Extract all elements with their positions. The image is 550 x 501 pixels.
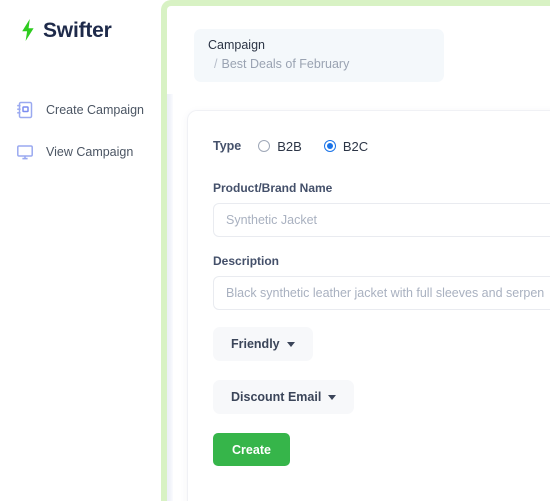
description-input[interactable] (213, 276, 550, 310)
breadcrumb[interactable]: Campaign / Best Deals of February (194, 29, 444, 82)
content-panel: Campaign / Best Deals of February Type B2… (161, 0, 550, 501)
tone-dropdown[interactable]: Friendly (213, 327, 313, 361)
campaign-form: Type B2B B2C Product/Brand Name Syntheti… (188, 111, 550, 466)
tone-dropdown-wrap: Friendly (213, 327, 550, 380)
sidebar: Swifter Create Campaign View Campaign (0, 0, 160, 501)
product-name-input[interactable] (213, 203, 550, 237)
description-field-group: Description (213, 254, 550, 310)
radio-label-b2b: B2B (277, 138, 302, 154)
sidebar-item-label: View Campaign (46, 144, 134, 159)
type-radio-group: Type B2B B2C (213, 137, 550, 155)
product-name-label: Product/Brand Name (213, 181, 333, 195)
type-label: Type (213, 139, 242, 153)
lightning-bolt-icon (22, 19, 34, 41)
radio-circle-b2c[interactable] (323, 140, 336, 152)
brand-logo[interactable]: Swifter (0, 0, 160, 41)
create-button[interactable]: Create (213, 433, 290, 466)
panel-inner: Campaign / Best Deals of February Type B2… (173, 12, 550, 501)
brand-name: Swifter (43, 18, 112, 42)
description-label: Description (213, 254, 280, 268)
sidebar-nav: Create Campaign View Campaign (0, 94, 160, 168)
chevron-down-icon (286, 341, 295, 347)
breadcrumb-root[interactable]: Campaign (208, 37, 444, 54)
tone-dropdown-label: Friendly (231, 337, 280, 351)
campaign-form-card: Type B2B B2C Product/Brand Name Syntheti… (188, 111, 550, 501)
sidebar-item-view-campaign[interactable]: View Campaign (16, 136, 160, 168)
radio-option-b2b[interactable]: B2B (258, 140, 302, 153)
email-type-dropdown-label: Discount Email (231, 390, 322, 404)
breadcrumb-current-wrap: / Best Deals of February (208, 56, 444, 73)
monitor-icon (17, 145, 33, 160)
radio-circle-b2b[interactable] (258, 140, 271, 152)
radio-label-b2c: B2C (342, 138, 369, 154)
app-root: Swifter Create Campaign View Campaign Ca… (0, 0, 550, 501)
product-name-field-group: Product/Brand Name (213, 181, 550, 237)
breadcrumb-current: Best Deals of February (221, 57, 350, 71)
radio-option-b2c[interactable]: B2C (323, 138, 369, 154)
email-type-dropdown[interactable]: Discount Email (213, 380, 355, 414)
sidebar-item-label: Create Campaign (46, 102, 144, 117)
notebook-icon (17, 101, 33, 119)
chevron-down-icon (328, 394, 337, 400)
email-type-dropdown-wrap: Discount Email (213, 380, 550, 433)
main-content: Campaign / Best Deals of February Type B2… (160, 0, 550, 501)
sidebar-item-create-campaign[interactable]: Create Campaign (16, 94, 160, 126)
